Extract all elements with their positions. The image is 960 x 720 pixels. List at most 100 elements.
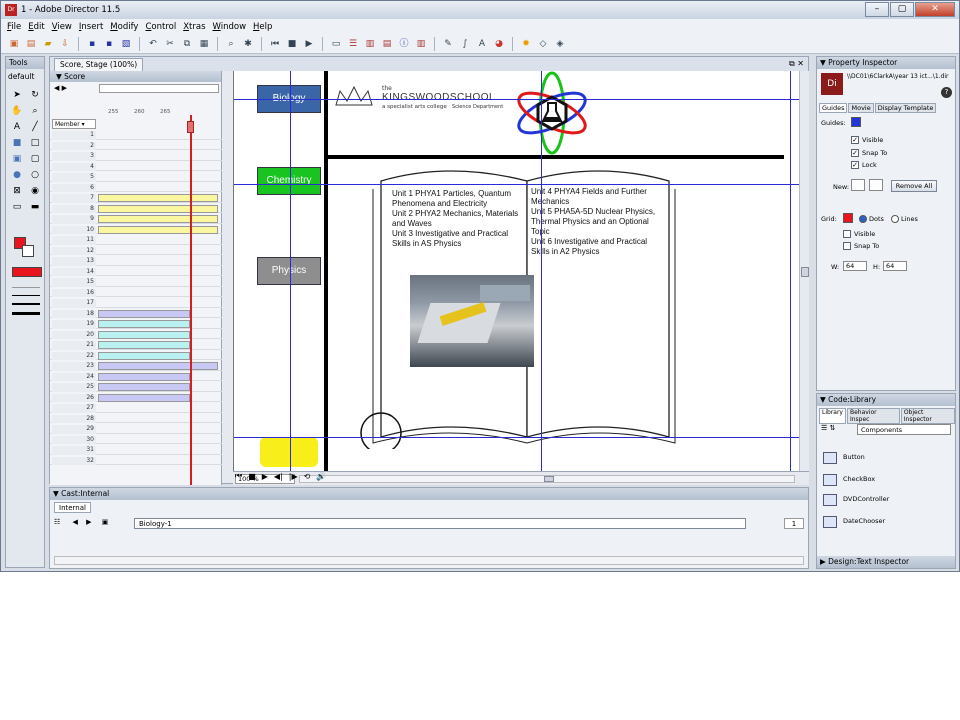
grid-snap-checkbox[interactable] bbox=[843, 242, 851, 250]
rotate-tool-icon[interactable]: ↻ bbox=[27, 88, 43, 102]
paste-icon[interactable]: ▦ bbox=[197, 37, 211, 51]
cast-member-name-field[interactable]: Biology-1 bbox=[134, 518, 746, 529]
menu-xtras[interactable]: Xtras bbox=[183, 22, 205, 32]
menu-edit[interactable]: Edit bbox=[28, 22, 44, 32]
vector-icon[interactable]: ∫ bbox=[458, 37, 472, 51]
sprite-span[interactable] bbox=[98, 372, 190, 381]
library-item-checkbox[interactable]: CheckBox bbox=[821, 472, 941, 492]
score-channel-row[interactable]: 8 bbox=[50, 204, 222, 213]
score-stage-tab[interactable]: Score, Stage (100%) bbox=[54, 57, 144, 71]
close-button[interactable]: ✕ bbox=[915, 2, 955, 17]
score-channel-row[interactable]: 30 bbox=[50, 435, 222, 444]
score-channel-row[interactable]: 6 bbox=[50, 183, 222, 192]
sprite-span[interactable] bbox=[98, 383, 190, 391]
score-channel-row[interactable]: 29 bbox=[50, 425, 222, 434]
hand-tool-icon[interactable]: ✋ bbox=[9, 104, 25, 118]
tab-library[interactable]: Library bbox=[819, 408, 846, 424]
color-icon[interactable]: ◕ bbox=[492, 37, 506, 51]
library-item-datechooser[interactable]: DateChooser bbox=[821, 514, 941, 534]
sprite-span[interactable] bbox=[98, 341, 190, 349]
text-tool-icon[interactable]: A bbox=[475, 37, 489, 51]
background-color-swatch[interactable] bbox=[22, 245, 34, 257]
score-channel-row[interactable]: 10 bbox=[50, 225, 222, 234]
sun-icon[interactable]: ✹ bbox=[519, 37, 533, 51]
rect-icon[interactable]: □ bbox=[27, 136, 43, 150]
grid-width-input[interactable]: 64 bbox=[843, 261, 867, 271]
sprite-span[interactable] bbox=[98, 393, 190, 402]
score-channel-row[interactable]: 23 bbox=[50, 362, 222, 371]
sprite-span[interactable] bbox=[98, 320, 190, 328]
menu-control[interactable]: Control bbox=[145, 22, 176, 32]
library-item-button[interactable]: Button bbox=[821, 450, 941, 470]
new-movie-icon[interactable]: ▣ bbox=[7, 37, 21, 51]
undo-icon[interactable]: ↶ bbox=[146, 37, 160, 51]
score-channel-row[interactable]: 31 bbox=[50, 446, 222, 455]
stage-window-icon[interactable]: ▭ bbox=[329, 37, 343, 51]
tab-display-template[interactable]: Display Template bbox=[874, 103, 937, 113]
menu-help[interactable]: Help bbox=[253, 22, 272, 32]
score-channel-row[interactable]: 32 bbox=[50, 456, 222, 465]
copy-icon[interactable]: ⧉ bbox=[180, 37, 194, 51]
sprite-span[interactable] bbox=[98, 204, 218, 213]
open-icon[interactable]: ▰ bbox=[41, 37, 55, 51]
grid-visible-checkbox[interactable] bbox=[843, 230, 851, 238]
maximize-button[interactable]: ▢ bbox=[890, 2, 914, 17]
score-channel-row[interactable]: 18 bbox=[50, 309, 222, 318]
inspector-icon[interactable]: ⓘ bbox=[397, 37, 411, 51]
line-tool-icon[interactable]: ╱ bbox=[27, 120, 43, 134]
shape-icon[interactable]: ◇ bbox=[536, 37, 550, 51]
score-channel-row[interactable]: 13 bbox=[50, 257, 222, 266]
menu-window[interactable]: Window bbox=[213, 22, 247, 32]
play-icon[interactable]: ▶ bbox=[302, 37, 316, 51]
score-channel-row[interactable]: 2 bbox=[50, 141, 222, 150]
physics-button[interactable]: Physics bbox=[257, 257, 321, 285]
zoom-tool-icon[interactable]: ⌕ bbox=[27, 104, 43, 118]
score-channel-row[interactable]: 21 bbox=[50, 341, 222, 350]
text-inspector-panel-header[interactable]: ▶ Design:Text Inspector bbox=[817, 556, 955, 568]
rewind-icon[interactable]: ⏮ bbox=[268, 37, 282, 51]
score-channel-row[interactable]: 25 bbox=[50, 383, 222, 392]
paint-window-icon[interactable]: ▤ bbox=[380, 37, 394, 51]
volume-icon[interactable]: 🔊 bbox=[316, 472, 326, 481]
score-channel-row[interactable]: 12 bbox=[50, 246, 222, 255]
score-channel-row[interactable]: 17 bbox=[50, 299, 222, 308]
tab-guides[interactable]: Guides bbox=[819, 103, 848, 113]
grid-dots-radio[interactable] bbox=[859, 215, 867, 223]
member-dropdown[interactable]: Member ▾ bbox=[52, 119, 96, 129]
guides-lock-checkbox[interactable]: ✓ bbox=[851, 161, 859, 169]
text-tool-icon[interactable]: A bbox=[9, 120, 25, 134]
new-vertical-guide[interactable] bbox=[869, 179, 883, 191]
score-channel-row[interactable]: 19 bbox=[50, 320, 222, 329]
score-channel-row[interactable]: 3 bbox=[50, 152, 222, 161]
cut-icon[interactable]: ✂ bbox=[163, 37, 177, 51]
guides-visible-checkbox[interactable]: ✓ bbox=[851, 136, 859, 144]
align-icon[interactable]: ✱ bbox=[241, 37, 255, 51]
score-channel-row[interactable]: 1 bbox=[50, 131, 222, 140]
score-channel-row[interactable]: 16 bbox=[50, 288, 222, 297]
pattern-swatch[interactable] bbox=[12, 267, 42, 277]
score-channel-row[interactable]: 22 bbox=[50, 351, 222, 360]
stage-scrollbar-vertical[interactable] bbox=[799, 71, 809, 471]
score-channel-row[interactable]: 4 bbox=[50, 162, 222, 171]
line-width-none[interactable] bbox=[12, 287, 40, 288]
score-channel-row[interactable]: 27 bbox=[50, 404, 222, 413]
score-channel-row[interactable]: 24 bbox=[50, 372, 222, 381]
tab-movie[interactable]: Movie bbox=[848, 103, 874, 113]
sprite-span[interactable] bbox=[98, 215, 218, 223]
guide-color-swatch[interactable] bbox=[851, 117, 861, 127]
menu-view[interactable]: View bbox=[52, 22, 72, 32]
library-category-select[interactable]: Components bbox=[857, 424, 951, 435]
playhead[interactable] bbox=[190, 115, 192, 485]
grid-color-swatch[interactable] bbox=[843, 213, 853, 223]
list-view-icon[interactable]: ☷ bbox=[54, 518, 60, 526]
score-channel-row[interactable]: 20 bbox=[50, 330, 222, 339]
score-channel-row[interactable]: 9 bbox=[50, 215, 222, 224]
guides-snap-checkbox[interactable]: ✓ bbox=[851, 149, 859, 157]
loop-icon[interactable]: ⟲ bbox=[304, 472, 311, 481]
tab-behavior-inspector[interactable]: Behavior Inspec bbox=[846, 408, 900, 424]
minimize-button[interactable]: – bbox=[865, 2, 889, 17]
library-item-dvdcontroller[interactable]: DVDController bbox=[821, 492, 941, 512]
cast-window-icon[interactable]: ▥ bbox=[363, 37, 377, 51]
grid-height-input[interactable]: 64 bbox=[883, 261, 907, 271]
prev-member-icon[interactable]: ◀ bbox=[73, 518, 78, 526]
